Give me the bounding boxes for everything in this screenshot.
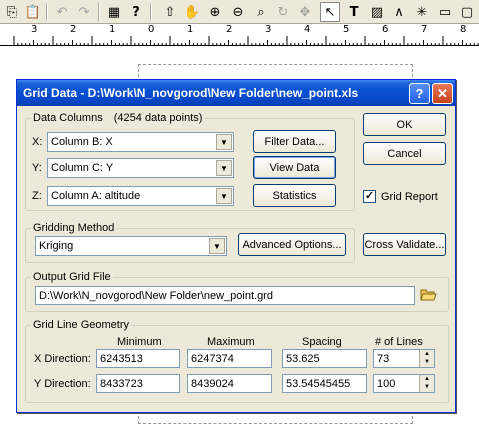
polyline-icon[interactable]: ∧ xyxy=(389,2,409,22)
ruler-label: 3 xyxy=(265,24,272,35)
redo-icon[interactable]: ↷ xyxy=(74,2,94,22)
pointer-icon[interactable]: ⇧ xyxy=(160,2,180,22)
ruler-label: 1 xyxy=(187,24,194,35)
gridding-method-select[interactable]: Kriging ▼ xyxy=(35,236,227,256)
chevron-down-icon[interactable]: ▼ xyxy=(216,134,232,150)
ruler-label: 2 xyxy=(70,24,77,35)
toolbar-separator xyxy=(98,3,100,21)
data-columns-label: Data Columns (4254 data points) xyxy=(31,112,205,124)
undo-icon[interactable]: ↶ xyxy=(52,2,72,22)
cancel-button[interactable]: Cancel xyxy=(363,142,446,165)
dialog-title: Grid Data - D:\Work\N_novgorod\New Folde… xyxy=(23,86,359,100)
zoom-out-icon[interactable]: ⊖ xyxy=(228,2,248,22)
ruler-label: 0 xyxy=(148,24,155,35)
chevron-down-icon[interactable]: ▼ xyxy=(216,160,232,176)
filter-data-button[interactable]: Filter Data... xyxy=(253,130,336,153)
zoom-fit-icon[interactable]: ⌕ xyxy=(251,2,271,22)
x-spacing-input[interactable]: 53.625 xyxy=(282,349,367,368)
spacing-header: Spacing xyxy=(302,336,342,348)
ruler-label: 1 xyxy=(109,24,116,35)
y-direction-label: Y Direction: xyxy=(34,378,91,390)
grid-report-label: Grid Report xyxy=(381,191,438,203)
x-minimum-input[interactable]: 6243513 xyxy=(96,349,180,368)
x-label: X: xyxy=(32,136,43,148)
trackball-icon[interactable]: ✥ xyxy=(295,2,315,22)
advanced-options-button[interactable]: Advanced Options... xyxy=(238,233,346,256)
output-grid-file-label: Output Grid File xyxy=(31,271,113,283)
polygon-icon[interactable]: ▨ xyxy=(367,2,387,22)
statistics-button[interactable]: Statistics xyxy=(253,184,336,207)
horizontal-ruler: 321012345678910 xyxy=(0,24,479,46)
ruler-label: 2 xyxy=(226,24,233,35)
minimum-header: Minimum xyxy=(117,336,162,348)
open-folder-icon[interactable] xyxy=(420,287,437,302)
z-column-select[interactable]: Column A: altitude ▼ xyxy=(47,186,234,206)
view-data-button[interactable]: View Data xyxy=(253,156,336,179)
grid-report-checkbox[interactable]: ✓ xyxy=(363,190,376,203)
y-label: Y: xyxy=(32,162,42,174)
ruler-label: 4 xyxy=(304,24,311,35)
grid-data-dialog: Grid Data - D:\Work\N_novgorod\New Folde… xyxy=(16,79,456,413)
rectangle-icon[interactable]: ▭ xyxy=(435,2,455,22)
toolbar: ⎘ 📋 ↶ ↷ ▦ ? ⇧ ✋ ⊕ ⊖ ⌕ ↻ ✥ ↖ T ▨ ∧ ✳ ▭ ▢ xyxy=(0,0,479,24)
z-label: Z: xyxy=(32,190,42,202)
grid-line-geometry-label: Grid Line Geometry xyxy=(31,319,131,331)
num-lines-header: # of Lines xyxy=(375,336,423,348)
clipboard-paste-icon[interactable]: 📋 xyxy=(23,2,43,22)
spinner-arrows-icon[interactable]: ▲ ▼ xyxy=(419,350,434,367)
y-maximum-input[interactable]: 8439024 xyxy=(187,374,272,393)
x-maximum-input[interactable]: 6247374 xyxy=(187,349,272,368)
gridding-method-label: Gridding Method xyxy=(31,222,117,234)
y-lines-spinner[interactable]: 100 ▲ ▼ xyxy=(373,374,435,393)
output-file-path-input[interactable]: D:\Work\N_novgorod\New Folder\new_point.… xyxy=(35,286,415,305)
chevron-down-icon[interactable]: ▼ xyxy=(216,188,232,204)
rounded-rectangle-icon[interactable]: ▢ xyxy=(457,2,477,22)
clipboard-copy-icon[interactable]: ⎘ xyxy=(2,2,22,22)
toolbar-separator xyxy=(150,3,152,21)
close-button[interactable]: ✕ xyxy=(432,83,453,104)
pointer-arrow-icon[interactable]: ↖ xyxy=(320,2,340,22)
help-pointer-icon[interactable]: ? xyxy=(126,2,146,22)
ok-button[interactable]: OK xyxy=(363,113,446,136)
ruler-label: 3 xyxy=(31,24,38,35)
y-spacing-input[interactable]: 53.54545455 xyxy=(282,374,367,393)
hand-pan-icon[interactable]: ✋ xyxy=(182,2,202,22)
help-button[interactable]: ? xyxy=(409,83,430,104)
y-column-select[interactable]: Column C: Y ▼ xyxy=(47,158,234,178)
y-minimum-input[interactable]: 8433723 xyxy=(96,374,180,393)
toolbar-separator xyxy=(46,3,48,21)
x-lines-spinner[interactable]: 73 ▲ ▼ xyxy=(373,349,435,368)
ruler-label: 5 xyxy=(343,24,350,35)
object-manager-icon[interactable]: ▦ xyxy=(104,2,124,22)
rotate-icon[interactable]: ↻ xyxy=(273,2,293,22)
symbol-icon[interactable]: ✳ xyxy=(412,2,432,22)
ruler-label: 8 xyxy=(460,24,467,35)
zoom-in-icon[interactable]: ⊕ xyxy=(205,2,225,22)
dialog-titlebar[interactable]: Grid Data - D:\Work\N_novgorod\New Folde… xyxy=(17,80,455,106)
data-points-count: (4254 data points) xyxy=(113,112,203,124)
chevron-down-icon[interactable]: ▼ xyxy=(209,238,225,254)
x-direction-label: X Direction: xyxy=(34,353,91,365)
ruler-label: 6 xyxy=(382,24,389,35)
text-icon[interactable]: T xyxy=(344,2,364,22)
spinner-arrows-icon[interactable]: ▲ ▼ xyxy=(419,375,434,392)
maximum-header: Maximum xyxy=(207,336,255,348)
x-column-select[interactable]: Column B: X ▼ xyxy=(47,132,234,152)
ruler-label: 7 xyxy=(421,24,428,35)
cross-validate-button[interactable]: Cross Validate... xyxy=(363,233,446,256)
